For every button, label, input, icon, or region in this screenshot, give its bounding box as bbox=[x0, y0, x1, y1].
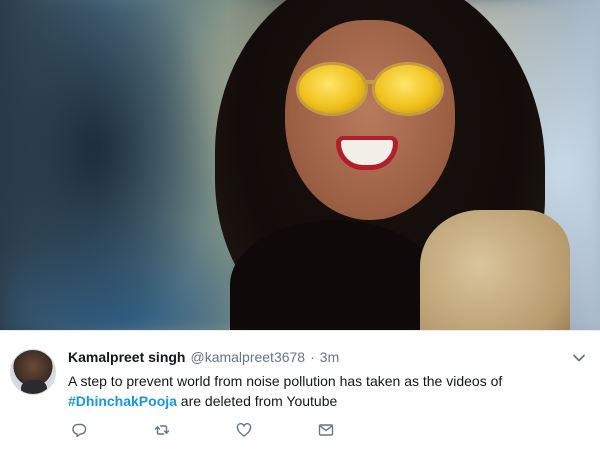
tweet-text-start: A step to prevent world from noise pollu… bbox=[68, 373, 503, 389]
photo-outfit bbox=[420, 210, 570, 330]
retweet-icon bbox=[154, 425, 170, 435]
tweet-text: A step to prevent world from noise pollu… bbox=[68, 371, 588, 411]
tweet-photo[interactable] bbox=[0, 0, 600, 330]
display-name[interactable]: Kamalpreet singh bbox=[68, 349, 185, 365]
message-icon bbox=[318, 424, 334, 436]
like-button[interactable] bbox=[236, 421, 318, 439]
chevron-down-icon[interactable] bbox=[572, 351, 586, 365]
tweet-actions bbox=[72, 421, 400, 439]
retweet-button[interactable] bbox=[154, 421, 236, 439]
tweet-header: Kamalpreet singh @kamalpreet3678 · 3m bbox=[68, 349, 339, 367]
tweet-card[interactable]: Kamalpreet singh @kamalpreet3678 · 3m A … bbox=[0, 330, 600, 450]
like-icon bbox=[236, 422, 252, 437]
user-handle[interactable]: @kamalpreet3678 bbox=[190, 349, 305, 365]
separator-dot: · bbox=[310, 349, 315, 365]
reply-button[interactable] bbox=[72, 421, 154, 439]
reply-icon bbox=[72, 423, 87, 438]
avatar[interactable] bbox=[10, 349, 56, 395]
tweet-timestamp[interactable]: 3m bbox=[320, 349, 339, 365]
sunglasses-right-lens bbox=[372, 62, 444, 116]
hashtag-link[interactable]: #DhinchakPooja bbox=[68, 393, 177, 409]
tweet-text-end: are deleted from Youtube bbox=[176, 393, 338, 409]
message-button[interactable] bbox=[318, 421, 400, 439]
photo-face bbox=[285, 20, 455, 220]
sunglasses-left-lens bbox=[296, 62, 368, 116]
sunglasses-bridge bbox=[366, 80, 376, 84]
